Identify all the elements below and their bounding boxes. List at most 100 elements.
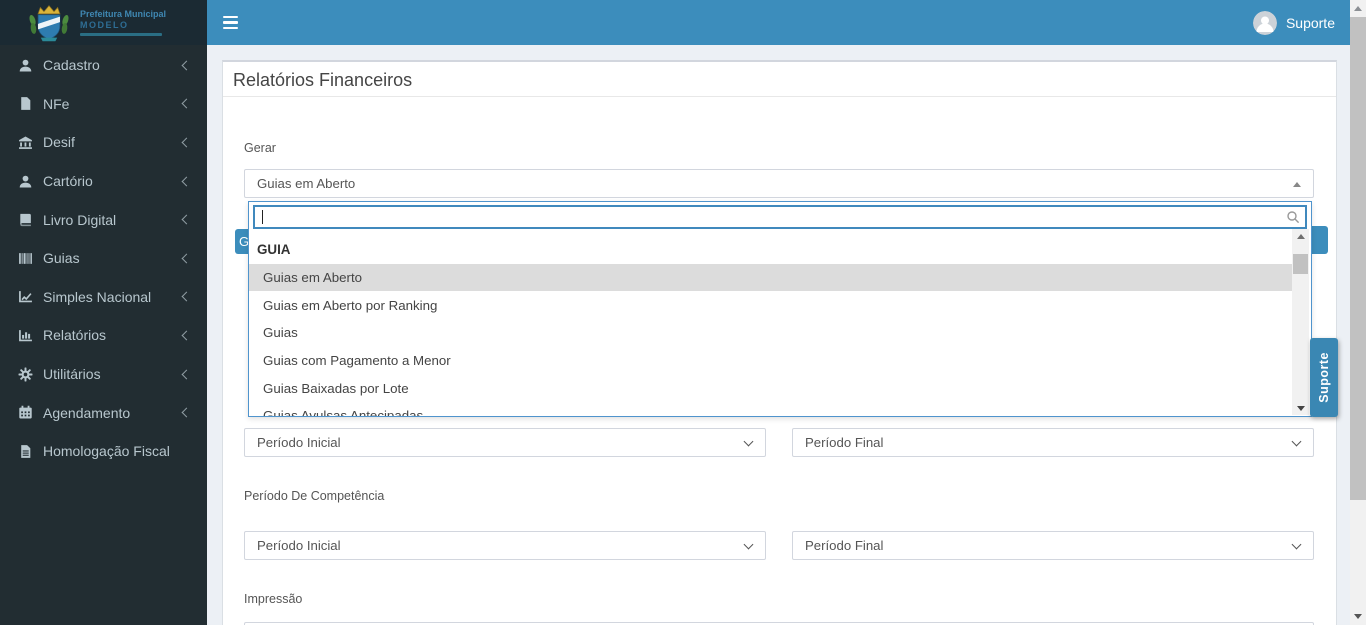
chevron-down-icon <box>1291 436 1302 447</box>
sidebar-item-relatorios[interactable]: Relatórios <box>0 316 207 355</box>
main-content: Relatórios Financeiros Gerar Gerar Guias… <box>207 45 1366 625</box>
periodo-inicial-select[interactable]: Período Inicial <box>244 428 766 457</box>
chevron-left-icon <box>181 176 192 187</box>
file-icon <box>18 96 33 111</box>
magnifier-icon <box>1286 210 1300 224</box>
sidebar-item-label: Desif <box>43 134 75 151</box>
triangle-down-icon <box>1296 405 1305 411</box>
sidebar: Prefeitura Municipal MODELO Cadastro NFe… <box>0 0 207 625</box>
scroll-down-arrow[interactable] <box>1292 401 1309 415</box>
report-type-dropdown: GUIA Guias em Aberto Guias em Aberto por… <box>248 201 1312 417</box>
sidebar-item-label: Guias <box>43 250 80 267</box>
sidebar-menu: Cadastro NFe Desif Cartório Livro Digita… <box>0 45 207 471</box>
hamburger-bar <box>222 26 238 30</box>
dropdown-option-guias-em-aberto[interactable]: Guias em Aberto <box>249 263 1294 292</box>
book-icon <box>18 212 33 227</box>
user-icon <box>18 174 33 189</box>
sidebar-item-label: Simples Nacional <box>43 288 152 305</box>
chevron-left-icon <box>181 137 192 148</box>
sidebar-item-label: Cadastro <box>43 57 100 74</box>
chevron-down-icon <box>743 436 754 447</box>
hamburger-bar <box>222 21 238 24</box>
file-text-icon <box>18 444 33 459</box>
page-title: Relatórios Financeiros <box>233 70 413 90</box>
dropdown-scrollbar-thumb[interactable] <box>1293 254 1308 274</box>
chevron-left-icon <box>181 330 192 341</box>
chevron-left-icon <box>181 214 192 225</box>
scroll-up-arrow[interactable] <box>1292 229 1309 243</box>
dropdown-option-guias[interactable]: Guias <box>249 319 1294 347</box>
sidebar-item-label: Cartório <box>43 173 93 190</box>
dropdown-search <box>253 205 1307 229</box>
sidebar-item-livro-digital[interactable]: Livro Digital <box>0 200 207 239</box>
sidebar-item-label: Agendamento <box>43 404 131 421</box>
dropdown-group-header: GUIA <box>257 242 291 258</box>
sidebar-item-label: Homologação Fiscal <box>43 443 170 460</box>
chevron-left-icon <box>181 98 192 109</box>
triangle-up-icon <box>1296 233 1305 239</box>
dropdown-option-guias-com-pagamento-a-menor[interactable]: Guias com Pagamento a Menor <box>249 347 1294 375</box>
barcode-icon <box>18 251 33 266</box>
sidebar-item-simples-nacional[interactable]: Simples Nacional <box>0 278 207 317</box>
window-scrollbar-thumb[interactable] <box>1350 17 1366 500</box>
user-name-label: Suporte <box>1285 14 1335 31</box>
card-header: Relatórios Financeiros <box>223 62 1336 97</box>
dropdown-option-guias-baixadas-por-lote[interactable]: Guias Baixadas por Lote <box>249 374 1294 402</box>
periodo-final-select[interactable]: Período Final <box>792 428 1314 457</box>
chevron-left-icon <box>181 407 192 418</box>
dropdown-scrollbar[interactable] <box>1292 229 1309 415</box>
competencia-inicial-select[interactable]: Período Inicial <box>244 531 766 560</box>
impressao-label: Impressão <box>244 592 303 606</box>
calendar-icon <box>18 405 33 420</box>
sidebar-item-label: Relatórios <box>43 327 107 344</box>
gerar-field-label: Gerar <box>244 141 276 155</box>
bank-icon <box>18 135 33 150</box>
user-menu[interactable]: Suporte <box>1252 0 1335 45</box>
dropdown-option-list: GUIA Guias em Aberto Guias em Aberto por… <box>249 236 1294 416</box>
text-cursor <box>262 210 263 224</box>
support-side-tab-label: Suporte <box>1317 352 1331 403</box>
user-icon <box>18 58 33 73</box>
caret-up-icon <box>1293 182 1301 187</box>
triangle-down-icon <box>1354 613 1362 619</box>
top-header: Suporte <box>207 0 1366 45</box>
sidebar-item-label: NFe <box>43 95 70 112</box>
window-scrollbar[interactable] <box>1350 0 1366 625</box>
user-avatar-icon <box>1252 10 1277 35</box>
chevron-down-icon <box>743 539 754 550</box>
sidebar-item-guias[interactable]: Guias <box>0 239 207 278</box>
logo-subtitle: MODELO <box>80 19 129 30</box>
chevron-left-icon <box>181 291 192 302</box>
sidebar-item-label: Livro Digital <box>43 211 117 228</box>
sidebar-item-homologacao-fiscal[interactable]: Homologação Fiscal <box>0 432 207 471</box>
dropdown-option-guias-avulsas-antecipadas[interactable]: Guias Avulsas Antecipadas <box>249 402 1294 416</box>
sidebar-item-nfe[interactable]: NFe <box>0 85 207 124</box>
window-scroll-down-arrow[interactable] <box>1350 608 1366 624</box>
dropdown-search-input[interactable] <box>253 205 1307 229</box>
hamburger-menu-button[interactable] <box>209 0 251 45</box>
report-type-select[interactable]: Guias em Aberto <box>244 169 1314 198</box>
chevron-left-icon <box>181 369 192 379</box>
window-scroll-up-arrow[interactable] <box>1350 0 1366 16</box>
sidebar-item-desif[interactable]: Desif <box>0 123 207 162</box>
logo[interactable]: Prefeitura Municipal MODELO <box>0 0 207 45</box>
sidebar-item-cartorio[interactable]: Cartório <box>0 162 207 201</box>
municipal-crest-logo <box>29 4 69 41</box>
dropdown-option-guias-em-aberto-por-ranking[interactable]: Guias em Aberto por Ranking <box>249 291 1294 319</box>
sidebar-item-cadastro[interactable]: Cadastro <box>0 46 207 85</box>
competencia-final-select[interactable]: Período Final <box>792 531 1314 560</box>
sidebar-item-agendamento[interactable]: Agendamento <box>0 393 207 432</box>
sidebar-item-label: Utilitários <box>43 366 101 383</box>
triangle-up-icon <box>1354 5 1362 11</box>
report-type-select-value: Guias em Aberto <box>257 176 356 191</box>
chart-line-icon <box>18 289 33 304</box>
hamburger-bar <box>222 15 238 19</box>
chevron-left-icon <box>181 60 192 71</box>
periodo-competencia-label: Período De Competência <box>244 489 385 503</box>
relatorios-financeiros-card: Relatórios Financeiros Gerar Gerar Guias… <box>222 60 1337 625</box>
sidebar-item-utilitarios[interactable]: Utilitários <box>0 355 207 394</box>
logo-title: Prefeitura Municipal <box>80 8 167 19</box>
logo-tagline <box>80 33 162 37</box>
support-side-tab[interactable]: Suporte <box>1310 338 1338 417</box>
bar-chart-icon <box>18 328 33 343</box>
